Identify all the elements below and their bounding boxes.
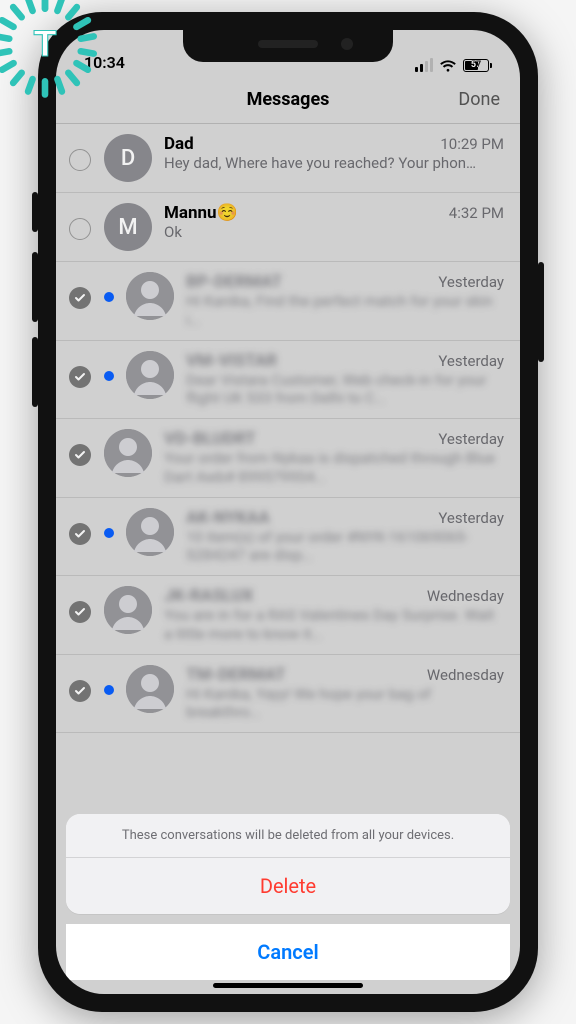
conversation-name: JK-RASLUX <box>164 586 254 606</box>
conversation-row[interactable]: JK-RASLUX WednesdayYou are in for a RAS V… <box>56 576 520 655</box>
conversation-name: BP-DERMAT <box>186 272 282 292</box>
conversation-name: AK-NYKAA <box>186 508 270 528</box>
conversation-preview: You are in for a RAS Valentines Day Surp… <box>164 606 504 644</box>
conversation-preview: Hi Kanika, Yayy! We hope your bag of bre… <box>186 685 504 723</box>
conversation-time: 10:29 PM <box>440 135 504 153</box>
page-title: Messages <box>247 89 330 110</box>
conversation-time: Wednesday <box>427 587 504 605</box>
conversation-row[interactable]: D Dad 10:29 PMHey dad, Where have you reac… <box>56 124 520 193</box>
conversation-time: Yesterday <box>438 509 504 527</box>
select-toggle[interactable] <box>68 600 92 624</box>
unread-dot <box>104 685 114 695</box>
notch <box>183 30 393 62</box>
avatar: D <box>104 134 152 182</box>
conversation-preview: Your order from Nykaa is dispatched thro… <box>164 449 504 487</box>
screen: 10:34 57 Messages Done D Dad 10:29 PMHey d… <box>56 30 520 994</box>
conversation-row[interactable]: VD-BLUDRT YesterdayYour order from Nykaa … <box>56 419 520 498</box>
conversation-preview: Ok <box>164 223 504 242</box>
select-toggle[interactable] <box>68 217 92 241</box>
action-sheet-message: These conversations will be deleted from… <box>66 814 510 858</box>
person-icon <box>126 272 174 320</box>
conversation-row[interactable]: M Mannu☺️ 4:32 PMOk <box>56 193 520 262</box>
unread-dot <box>104 528 114 538</box>
select-toggle[interactable] <box>68 522 92 546</box>
person-icon <box>126 665 174 713</box>
conversation-name: VD-BLUDRT <box>164 429 256 449</box>
cancel-button[interactable]: Cancel <box>66 924 510 980</box>
conversation-preview: Hey dad, Where have you reached? Your ph… <box>164 154 504 173</box>
phone-frame: 10:34 57 Messages Done D Dad 10:29 PMHey d… <box>38 12 538 1012</box>
conversation-name: Mannu☺️ <box>164 203 238 223</box>
conversation-name: Dad <box>164 134 194 154</box>
unread-dot <box>104 292 114 302</box>
person-icon <box>126 351 174 399</box>
conversation-time: 4:32 PM <box>449 204 504 222</box>
conversation-preview: 10 item(s) of your order #NYK-161069065-… <box>186 528 504 566</box>
conversation-list[interactable]: D Dad 10:29 PMHey dad, Where have you reac… <box>56 124 520 733</box>
conversation-row[interactable]: AK-NYKAA Yesterday10 item(s) of your orde… <box>56 498 520 577</box>
conversation-time: Yesterday <box>438 352 504 370</box>
select-toggle[interactable] <box>68 679 92 703</box>
action-sheet: These conversations will be deleted from… <box>66 814 510 980</box>
conversation-row[interactable]: BP-DERMAT YesterdayHi Kanika, Find the pe… <box>56 262 520 341</box>
select-toggle[interactable] <box>68 148 92 172</box>
conversation-preview: Hi Kanika, Find the perfect match for yo… <box>186 292 504 330</box>
conversation-time: Wednesday <box>427 666 504 684</box>
cellular-icon <box>415 58 433 72</box>
conversation-row[interactable]: VM-VISTAR YesterdayDear Vistara Customer,… <box>56 341 520 420</box>
select-toggle[interactable] <box>68 365 92 389</box>
conversation-time: Yesterday <box>438 430 504 448</box>
unread-dot <box>104 371 114 381</box>
avatar: M <box>104 203 152 251</box>
conversation-name: TM-DERMAT <box>186 665 286 685</box>
nav-bar: Messages Done <box>56 76 520 124</box>
conversation-time: Yesterday <box>438 273 504 291</box>
conversation-row[interactable]: TM-DERMAT WednesdayHi Kanika, Yayy! We ho… <box>56 655 520 734</box>
status-time: 10:34 <box>84 53 125 72</box>
person-icon <box>104 429 152 477</box>
select-toggle[interactable] <box>68 443 92 467</box>
person-icon <box>126 508 174 556</box>
conversation-name: VM-VISTAR <box>186 351 277 371</box>
battery-icon: 57 <box>463 59 492 72</box>
home-indicator[interactable] <box>213 983 363 988</box>
select-toggle[interactable] <box>68 286 92 310</box>
delete-button[interactable]: Delete <box>66 858 510 914</box>
person-icon <box>104 586 152 634</box>
done-button[interactable]: Done <box>458 89 500 110</box>
conversation-preview: Dear Vistara Customer, Web check-in for … <box>186 371 504 409</box>
wifi-icon <box>439 58 457 72</box>
